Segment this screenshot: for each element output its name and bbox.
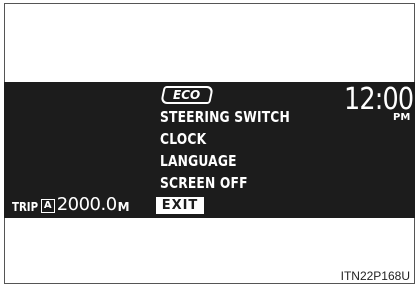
trip-id-badge: A <box>40 199 55 213</box>
figure-code: ITN22P168U <box>340 269 410 283</box>
trip-meter: TRIP A 2000.0 M <box>12 194 130 215</box>
menu-item-language[interactable]: LANGUAGE <box>160 152 237 170</box>
multi-info-display: ECO STEERING SWITCH CLOCK LANGUAGE SCREE… <box>4 82 415 218</box>
clock-period: PM <box>393 112 411 123</box>
trip-label: TRIP <box>12 200 39 214</box>
trip-unit: M <box>117 200 130 214</box>
trip-value: 2000.0 <box>56 194 117 215</box>
menu-item-steering-switch[interactable]: STEERING SWITCH <box>160 108 290 126</box>
menu-item-clock[interactable]: CLOCK <box>160 130 206 148</box>
eco-menu-item[interactable]: ECO <box>160 86 214 104</box>
menu-item-screen-off[interactable]: SCREEN OFF <box>160 174 248 192</box>
exit-button[interactable]: EXIT <box>156 197 204 214</box>
eco-label: ECO <box>173 88 201 102</box>
